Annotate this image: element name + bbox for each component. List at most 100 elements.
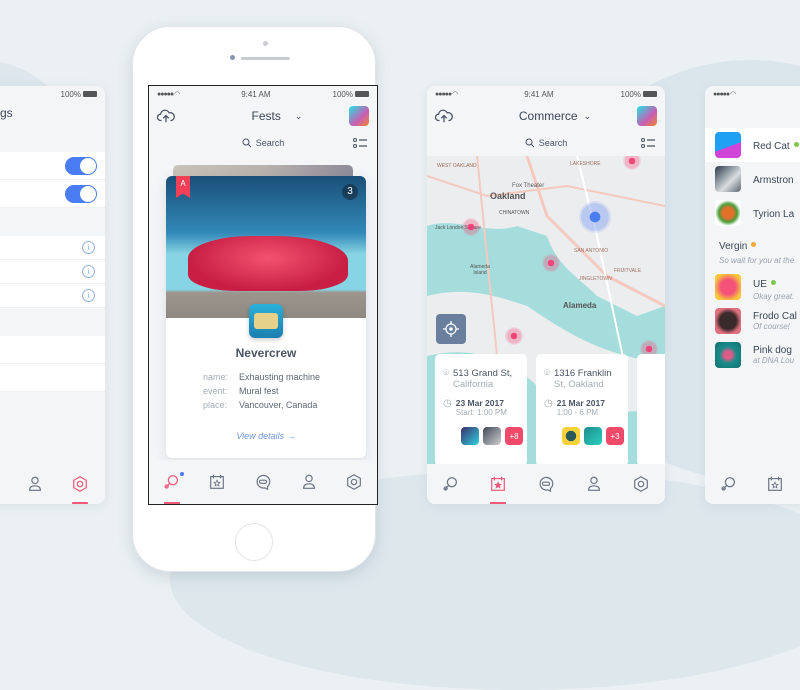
tab-events[interactable] xyxy=(765,474,785,494)
status-time: 9:41 AM xyxy=(241,89,271,99)
map-pin[interactable] xyxy=(542,254,560,272)
tab-settings[interactable] xyxy=(631,474,651,494)
chat-list-item[interactable]: Pink dog at DNA Lou xyxy=(705,338,800,372)
setting-row[interactable]: i xyxy=(0,284,105,308)
tab-settings[interactable] xyxy=(344,472,364,492)
map-pin[interactable] xyxy=(462,218,480,236)
battery-indicator: 100% xyxy=(621,90,657,99)
user-avatar[interactable] xyxy=(636,106,657,126)
info-icon[interactable]: i xyxy=(82,241,95,254)
map-label: Oakland xyxy=(490,191,526,201)
location-card[interactable]: ⌾ 1316 Franklin St, Oakland ◷ 21 Mar 2017 1:… xyxy=(536,354,628,466)
explore-icon xyxy=(721,477,736,491)
chat-list-item[interactable]: Frodo Cal Of course! xyxy=(705,304,800,338)
info-icon[interactable]: i xyxy=(82,289,95,302)
tab-explore[interactable] xyxy=(441,474,461,494)
tab-explore[interactable] xyxy=(719,474,739,494)
contact-name: UE xyxy=(753,278,767,290)
attendee-avatar[interactable] xyxy=(584,427,602,445)
address-line: 1316 Franklin xyxy=(554,368,612,379)
search-bar[interactable]: Search xyxy=(149,130,377,156)
status-bar: ●●●●● ◠ xyxy=(705,86,800,102)
view-details-link[interactable]: View details → xyxy=(166,431,366,441)
chat-icon xyxy=(256,474,271,491)
user-avatar[interactable] xyxy=(348,106,369,126)
setting-row[interactable] xyxy=(0,364,105,392)
contact-name: Red Cat xyxy=(753,141,790,152)
attendee-avatar[interactable] xyxy=(483,427,501,445)
home-button[interactable] xyxy=(235,523,273,561)
tab-settings[interactable] xyxy=(70,474,90,504)
status-bar: ●●●●● ◠ 9:41 AM 100% xyxy=(149,86,377,102)
info-icon[interactable]: i xyxy=(82,265,95,278)
setting-row[interactable] xyxy=(0,336,105,364)
location-card[interactable] xyxy=(637,354,665,466)
setting-row[interactable]: i xyxy=(0,260,105,284)
away-status-dot xyxy=(751,242,757,248)
event-details: name: Exhausting machine event: Mural fest… xyxy=(203,370,320,412)
tab-chat[interactable] xyxy=(253,472,273,492)
event-card[interactable]: A 3 Nevercrew name: Exhausting machine ev… xyxy=(166,176,366,458)
more-attendees-badge[interactable]: +8 xyxy=(505,427,523,445)
location-card[interactable]: ⌾ 513 Grand St, California ◷ 23 Mar 2017 Sta… xyxy=(435,354,527,466)
tab-explore[interactable] xyxy=(162,472,184,504)
settings-screen: 100% gs i i i xyxy=(0,86,105,504)
tab-events[interactable] xyxy=(488,474,508,504)
chevron-down-icon: ⌄ xyxy=(294,110,303,121)
last-message: at DNA Lou xyxy=(753,356,795,365)
tab-profile[interactable] xyxy=(584,474,604,494)
page-title: Commerce xyxy=(518,109,578,123)
setting-row[interactable] xyxy=(0,180,105,208)
chat-list-item[interactable]: Red Cat xyxy=(705,128,800,162)
event-photo: A 3 xyxy=(166,176,366,318)
attendee-avatar[interactable] xyxy=(461,427,479,445)
tab-bar xyxy=(149,460,377,504)
mural-shape xyxy=(188,236,348,291)
explore-icon xyxy=(443,477,457,491)
chat-icon xyxy=(539,476,554,493)
category-dropdown[interactable]: Commerce ⌄ xyxy=(519,109,591,123)
contact-name: Armstron xyxy=(753,175,794,186)
last-message: So wait for you at the xyxy=(719,256,795,265)
detail-row: place: Vancouver, Canada xyxy=(203,400,318,410)
setting-row[interactable]: i xyxy=(0,236,105,260)
toggle-switch[interactable] xyxy=(65,185,97,203)
map-label: Alameda Island xyxy=(470,264,490,276)
active-tab-indicator xyxy=(72,502,88,504)
explore-icon xyxy=(164,475,178,489)
attendee-avatar[interactable] xyxy=(562,427,580,445)
detail-row: name: Exhausting machine xyxy=(203,372,321,382)
toggle-switch[interactable] xyxy=(65,157,97,175)
tab-bar xyxy=(427,464,665,504)
artist-avatar[interactable] xyxy=(249,304,283,338)
chat-list-item[interactable]: Vergin So wait for you at the xyxy=(705,230,800,270)
contact-name: Vergin xyxy=(719,241,748,252)
chat-list-item[interactable]: Tyrion La xyxy=(705,196,800,230)
tab-profile[interactable] xyxy=(25,474,45,494)
cloud-upload-icon[interactable] xyxy=(157,108,175,124)
event-date: 21 Mar 2017 xyxy=(556,398,605,408)
map-pin[interactable] xyxy=(505,327,523,345)
map-label: SAN ANTONIO xyxy=(574,248,609,254)
online-status-dot xyxy=(793,142,799,148)
more-attendees-badge[interactable]: +3 xyxy=(606,427,624,445)
filter-list-icon[interactable] xyxy=(353,137,367,149)
address-line: 513 Grand St, xyxy=(453,368,513,379)
count-badge: 3 xyxy=(342,184,358,200)
category-dropdown[interactable]: Fests ⌄ xyxy=(252,109,303,123)
map-label: FRUITVALE xyxy=(614,268,642,274)
search-bar[interactable]: Search xyxy=(427,130,665,156)
filter-list-icon[interactable] xyxy=(641,137,655,149)
tab-events[interactable] xyxy=(207,472,227,492)
settings-hex-icon xyxy=(634,476,649,492)
chat-list-item[interactable]: UE Okay great. xyxy=(705,270,800,304)
locate-me-button[interactable] xyxy=(436,314,466,344)
cloud-upload-icon[interactable] xyxy=(435,108,453,124)
tab-chat[interactable] xyxy=(536,474,556,494)
setting-row[interactable] xyxy=(0,152,105,180)
fests-screen: ●●●●● ◠ 9:41 AM 100% Fests ⌄ Search A 3 … xyxy=(148,85,378,505)
event-time: Start: 1:00 PM xyxy=(455,408,507,417)
map-label: Alameda xyxy=(563,301,597,310)
tab-profile[interactable] xyxy=(299,472,319,492)
chat-list-item[interactable]: Armstron xyxy=(705,162,800,196)
